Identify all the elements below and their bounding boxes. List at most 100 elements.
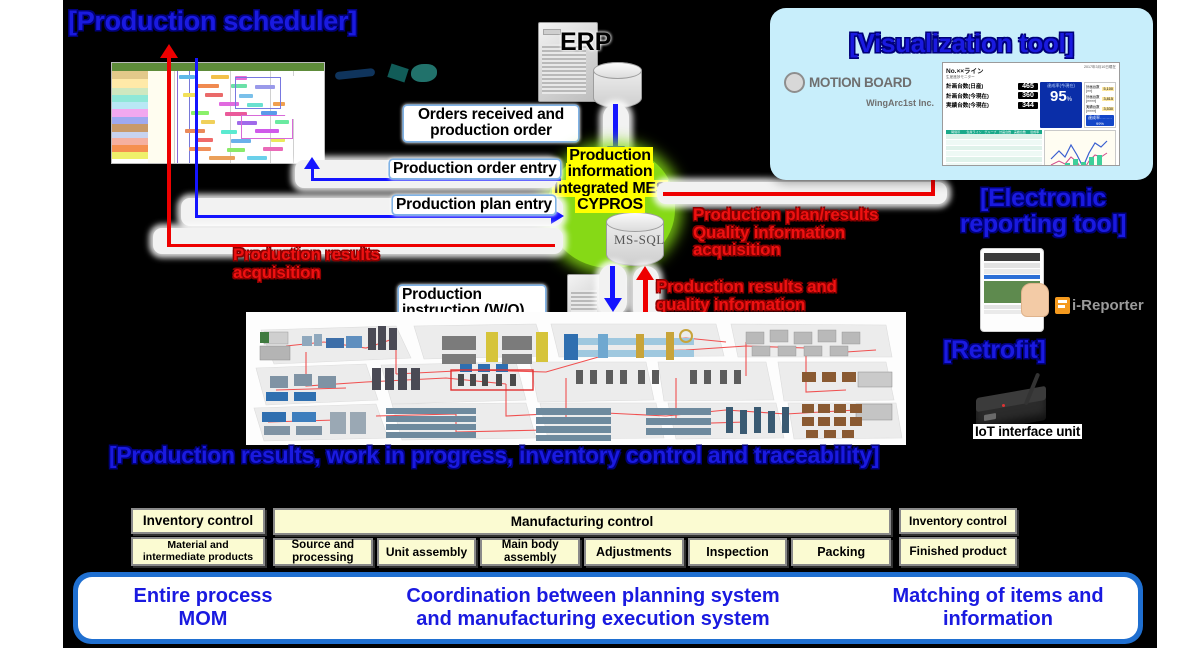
dashboard-title: No.××ライン [946, 68, 984, 75]
dashboard-row-label: 実績台数(今現在) [946, 103, 989, 109]
dashboard-row-label: 計画台数(日産) [946, 84, 984, 90]
dashboard-row-value: 344 [1018, 101, 1038, 109]
cell-mainbody-l2: assembly [503, 552, 557, 564]
label-orders-received-l1: Orders received and [417, 106, 565, 123]
tablet-device-icon [980, 248, 1049, 332]
banner-col3-l2: information [943, 608, 1053, 630]
cell-manufacturing-control: Manufacturing control [273, 508, 891, 535]
factory-floor-svg [246, 312, 906, 445]
banner-col2-l2: and manufacturing execution system [416, 608, 770, 630]
erp-database-icon [593, 62, 642, 108]
label-results-quality: Production results and quality informati… [656, 278, 837, 313]
label-orders-received-l2: production order [430, 122, 552, 140]
banner-col3-l1: Matching of items and [892, 585, 1104, 608]
dashboard-th: グループ [984, 130, 997, 134]
heading-electronic-reporting-l2: reporting tool] [959, 209, 1127, 238]
heading-visualization-tool: [Visualization tool] [849, 28, 1074, 58]
heading-retrofit: [Retrofit] [943, 336, 1046, 364]
erp-label: ERP [560, 28, 612, 56]
cell-source-l2: processing [292, 552, 354, 564]
label-orders-received: Orders received and production order [404, 106, 578, 141]
cell-inventory-control-right: Inventory control [899, 508, 1017, 534]
dashboard-th: 達成率 [1030, 130, 1040, 134]
i-reporter-app-icon [1055, 297, 1070, 314]
dashboard-side-panel: 計画台数(××) 5,100 計画台数(××××) 3,815 実績台数(×××… [1084, 82, 1116, 128]
dashboard-achievement-tile: 達成率(今現在) 95 % [1040, 82, 1082, 128]
arrow-production-results-head [160, 44, 178, 58]
dashboard-combo-chart [1050, 140, 1108, 165]
dashboard-th: 生産ライン [966, 130, 982, 134]
motionboard-mark-icon [784, 72, 805, 93]
process-table: Inventory control Material and intermedi… [131, 508, 1017, 566]
arrow-erp-to-mes-line [613, 104, 618, 150]
scheduler-vendor-logo [331, 58, 451, 88]
dashboard-table-header: 時間帯 生産ライン グループ 計画台数 実績台数 達成率 [946, 130, 1042, 134]
mes-db-label: MS-SQL [614, 232, 665, 247]
dashboard-side-rate: 達成率………99% [1086, 115, 1114, 126]
label-production-results-l2: acquisition [233, 262, 321, 282]
label-plan-results-quality: Production plan/results Quality informat… [693, 206, 878, 259]
process-table-left-group: Inventory control Material and intermedi… [131, 508, 265, 566]
process-table-center-group: Manufacturing control Source and process… [273, 508, 892, 566]
dashboard-subtitle: 生産進捗モニター [946, 75, 975, 79]
cell-packing: Packing [791, 538, 892, 566]
dashboard-row-value: 360 [1018, 92, 1038, 99]
table-row [946, 162, 1042, 165]
banner-col-entire-process: Entire process MOM [78, 585, 328, 631]
label-production-plan-entry: Production plan entry [393, 196, 555, 215]
banner-col1-l2: MOM [178, 608, 228, 630]
arrow-production-plan-entry-riser [195, 58, 198, 216]
arrow-production-plan-entry-line [195, 215, 553, 218]
heading-electronic-reporting-l1: [Electronic [980, 184, 1106, 212]
visualization-tool-panel: [Visualization tool] MOTION BOARD WingAr… [770, 8, 1153, 180]
label-results-quality-l1: Production results and [656, 277, 837, 296]
arrow-production-instruction-head [604, 298, 622, 312]
label-production-results-l1: Production results [233, 245, 380, 264]
cell-source-processing: Source and processing [273, 538, 373, 566]
mes-label-line1: Production [567, 147, 653, 164]
motionboard-vendor-sub: WingArc1st Inc. [866, 98, 934, 108]
bottom-banner-inner: Entire process MOM Coordination between … [78, 577, 1138, 639]
cell-main-body-assembly: Main body assembly [480, 538, 581, 566]
dashboard-rate-unit: % [1066, 97, 1073, 103]
label-production-instruction-l1: Production [402, 286, 482, 303]
dashboard-side-value: 3,815 [1102, 96, 1114, 101]
arrow-plan-results-quality-line [663, 192, 935, 196]
cell-material-intermediate: Material and intermediate products [131, 536, 265, 566]
banner-col1-l1: Entire process [133, 585, 273, 608]
dashboard-side-value: 5,100 [1102, 86, 1114, 91]
hand-pointer-icon [1021, 283, 1049, 317]
label-production-order-entry: Production order entry [390, 160, 560, 179]
cell-inspection: Inspection [687, 538, 788, 566]
arrow-production-instruction-line [610, 266, 615, 302]
cell-source-l1: Source and [291, 539, 355, 552]
banner-col-coordination: Coordination between planning system and… [328, 585, 858, 631]
label-plan-results-quality-l3: acquisition [693, 240, 781, 260]
dashboard-chart-panel [1044, 130, 1116, 165]
dashboard-rate-value: 95 [1049, 88, 1067, 105]
banner-col-matching: Matching of items and information [858, 585, 1138, 631]
banner-col2-l1: Coordination between planning system [406, 585, 780, 608]
dashboard-th: 計画台数 [999, 130, 1012, 134]
arrow-results-quality-head [636, 266, 654, 280]
floor-caption: [Production results, work in progress, i… [109, 442, 880, 468]
arrow-production-results-riser [167, 56, 171, 246]
motionboard-dashboard-screenshot: No.××ライン 生産進捗モニター 2017年3月10日現在 計画台数(日産) … [942, 62, 1120, 166]
motionboard-logo: MOTION BOARD WingArc1st Inc. [784, 72, 934, 108]
cell-unit-assembly: Unit assembly [376, 538, 477, 566]
dashboard-side-label: 実績台数(××××) [1086, 105, 1100, 113]
dashboard-side-value: 3,530 [1102, 106, 1114, 111]
iot-interface-unit-label: IoT interface unit [973, 424, 1083, 439]
process-table-right-group: Inventory control Finished product [899, 508, 1017, 566]
dashboard-side-label: 計画台数(××××) [1086, 95, 1100, 103]
dashboard-table-body [946, 134, 1042, 165]
mes-label-line4: CYPROS [575, 195, 645, 213]
mes-label-block: Production information Integrated MES CY… [543, 147, 677, 213]
label-results-quality-l2: quality information [656, 294, 806, 314]
dashboard-side-label: 計画台数(××) [1086, 85, 1100, 93]
i-reporter-label: i-Reporter [1072, 297, 1144, 314]
dashboard-th: 実績台数 [1013, 130, 1026, 134]
cell-material-l1: Material and [167, 539, 229, 552]
mes-label-line2: information [565, 163, 655, 181]
dashboard-date: 2017年3月10日現在 [1084, 65, 1116, 69]
